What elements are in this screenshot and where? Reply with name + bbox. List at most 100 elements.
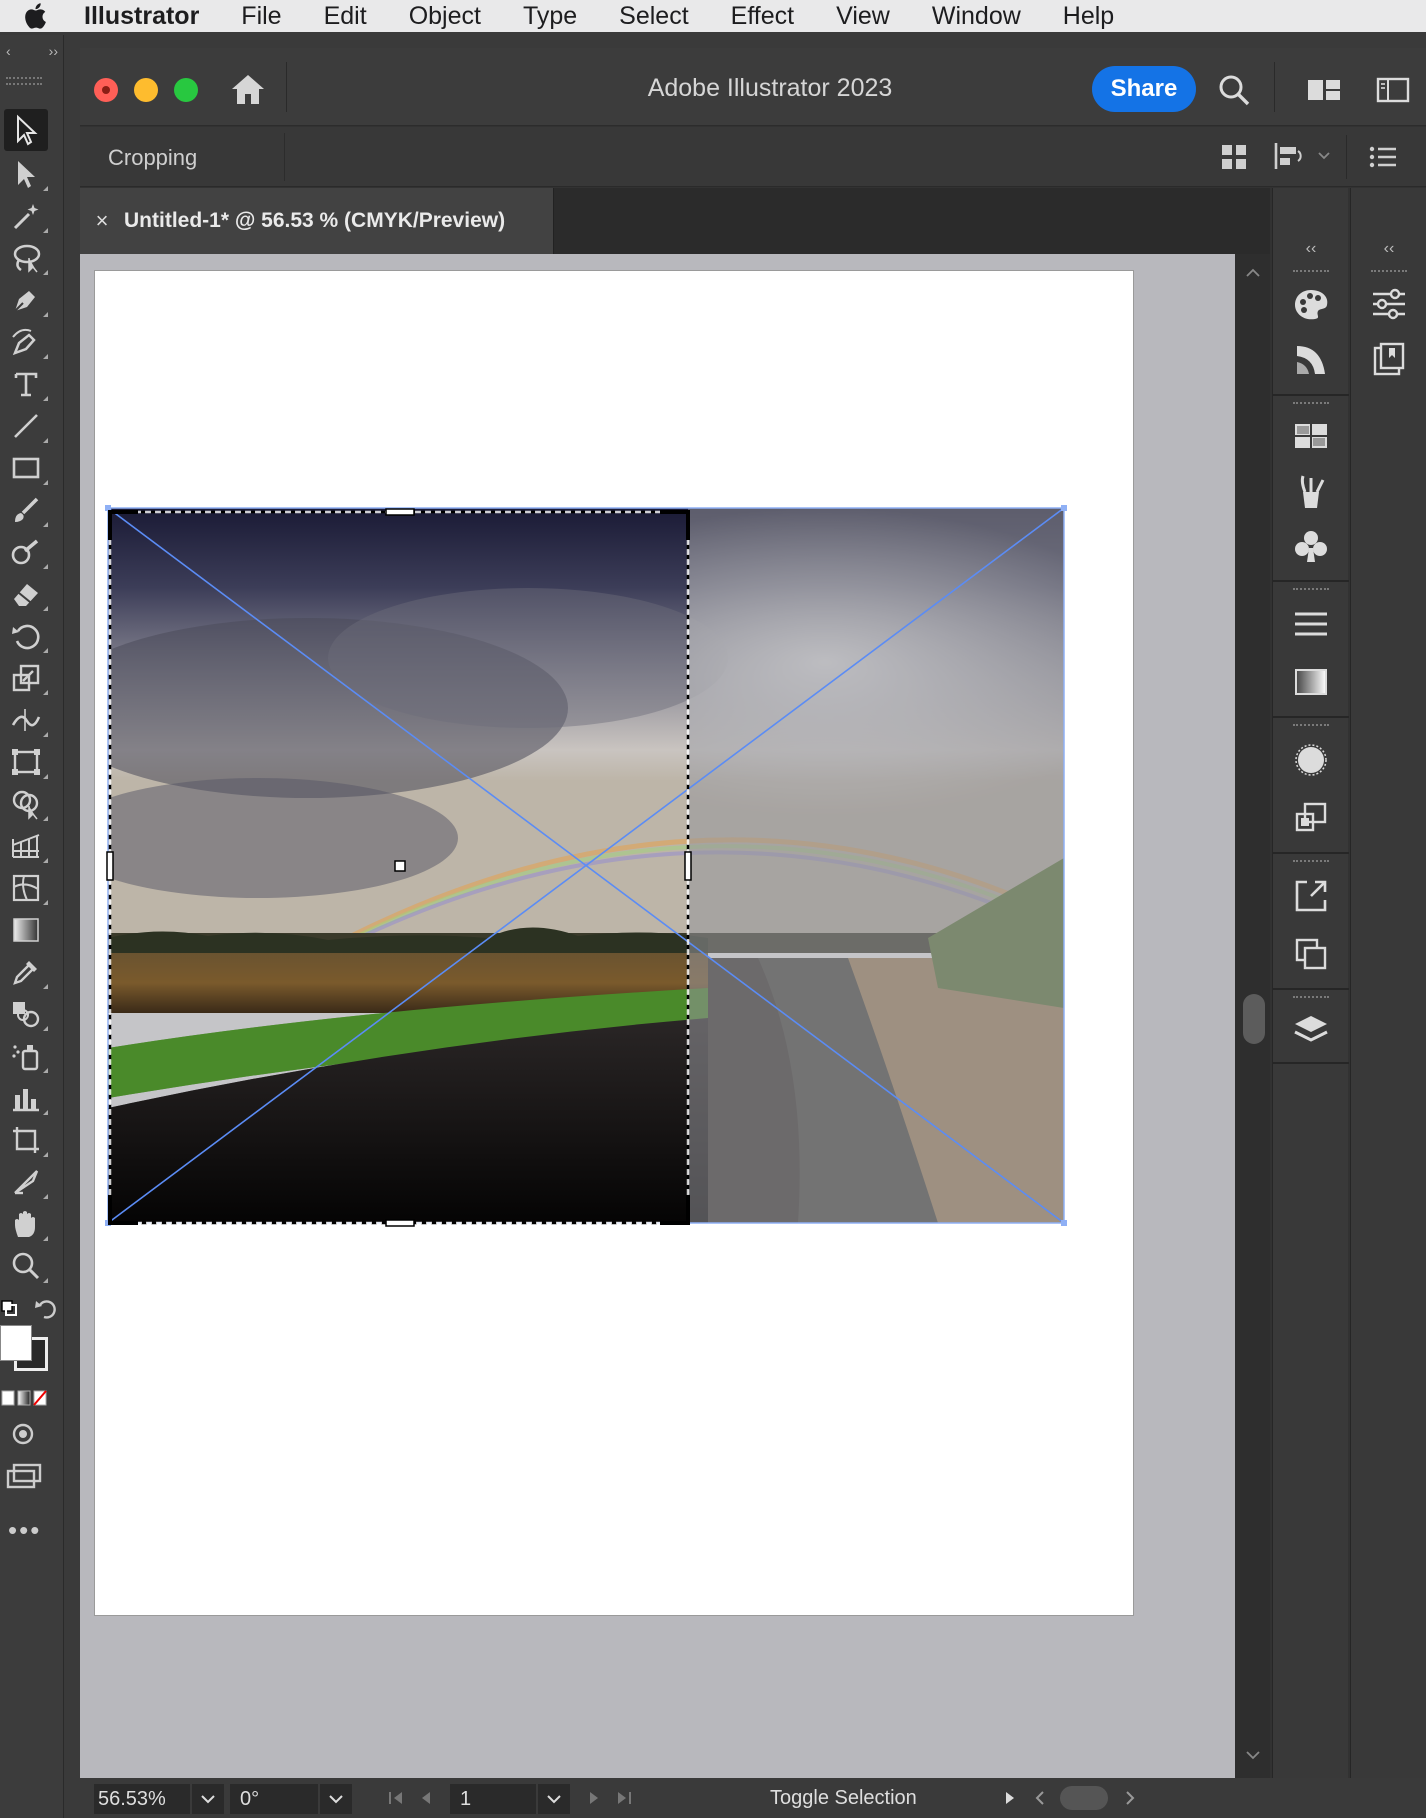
color-guide-icon[interactable] bbox=[1291, 340, 1331, 380]
pen-tool-icon[interactable] bbox=[4, 279, 48, 321]
align-icon[interactable] bbox=[1272, 141, 1308, 171]
dock-grip[interactable] bbox=[1293, 996, 1329, 1002]
align-grid-icon[interactable] bbox=[1220, 143, 1248, 171]
close-tab-icon[interactable]: × bbox=[80, 208, 124, 234]
status-text[interactable]: Toggle Selection bbox=[770, 1787, 917, 1810]
transparency-icon[interactable] bbox=[1291, 740, 1331, 780]
color-icon[interactable] bbox=[1291, 284, 1331, 324]
direct-selection-tool-icon[interactable] bbox=[4, 153, 48, 195]
dock-grip[interactable] bbox=[1293, 402, 1329, 408]
menu-type[interactable]: Type bbox=[523, 2, 577, 31]
fill-swatch[interactable] bbox=[0, 1325, 32, 1361]
previous-artboard-icon[interactable] bbox=[416, 1788, 436, 1808]
free-transform-tool-icon[interactable] bbox=[4, 741, 48, 783]
menu-object[interactable]: Object bbox=[409, 2, 481, 31]
eraser-tool-icon[interactable] bbox=[4, 573, 48, 615]
edit-toolbar-icon[interactable]: ••• bbox=[8, 1515, 41, 1546]
dock-grip[interactable] bbox=[1293, 860, 1329, 866]
hand-tool-icon[interactable] bbox=[4, 1203, 48, 1245]
artboard-dropdown-icon[interactable] bbox=[538, 1784, 570, 1814]
default-fill-stroke-icon[interactable] bbox=[0, 1295, 60, 1325]
menu-view[interactable]: View bbox=[836, 2, 890, 31]
document-tab[interactable]: × Untitled-1* @ 56.53 % (CMYK/Preview) bbox=[80, 188, 554, 254]
perspective-grid-tool-icon[interactable] bbox=[4, 825, 48, 867]
artboard-number-field[interactable]: 1 bbox=[450, 1784, 536, 1814]
first-artboard-icon[interactable] bbox=[386, 1788, 406, 1808]
toolbar-collapse-control[interactable]: ‹ ›› bbox=[0, 43, 64, 59]
color-mode-icons[interactable] bbox=[0, 1389, 60, 1407]
slice-tool-icon[interactable] bbox=[4, 1161, 48, 1203]
blend-tool-icon[interactable] bbox=[4, 993, 48, 1035]
next-artboard-icon[interactable] bbox=[584, 1788, 604, 1808]
zoom-tool-icon[interactable] bbox=[4, 1245, 48, 1287]
zoom-level-field[interactable]: 56.53% bbox=[94, 1784, 190, 1814]
menu-file[interactable]: File bbox=[241, 2, 281, 31]
column-graph-tool-icon[interactable] bbox=[4, 1077, 48, 1119]
shaper-tool-icon[interactable] bbox=[4, 531, 48, 573]
symbol-sprayer-tool-icon[interactable] bbox=[4, 1035, 48, 1077]
zoom-dropdown-icon[interactable] bbox=[192, 1784, 224, 1814]
width-tool-icon[interactable] bbox=[4, 699, 48, 741]
search-icon[interactable] bbox=[1216, 72, 1252, 108]
appearance-icon[interactable] bbox=[1291, 798, 1331, 838]
swatches-icon[interactable] bbox=[1291, 416, 1331, 456]
scroll-up-icon[interactable] bbox=[1243, 266, 1263, 280]
artboard-tool-icon[interactable] bbox=[4, 1119, 48, 1161]
layers-icon[interactable] bbox=[1291, 1010, 1331, 1050]
brushes-icon[interactable] bbox=[1291, 472, 1331, 512]
dock-collapse-control[interactable]: ‹‹ bbox=[1273, 240, 1349, 258]
libraries-icon[interactable] bbox=[1369, 340, 1409, 380]
rotation-dropdown-icon[interactable] bbox=[320, 1784, 352, 1814]
selection-tool-icon[interactable] bbox=[4, 109, 48, 151]
screen-mode-icon[interactable] bbox=[4, 1461, 44, 1491]
dock-grip[interactable] bbox=[1293, 724, 1329, 730]
artboards-icon[interactable] bbox=[1291, 934, 1331, 974]
magic-wand-tool-icon[interactable] bbox=[4, 195, 48, 237]
apple-icon[interactable] bbox=[22, 1, 52, 31]
curvature-tool-icon[interactable] bbox=[4, 321, 48, 363]
canvas[interactable] bbox=[80, 254, 1235, 1778]
menu-select[interactable]: Select bbox=[619, 2, 688, 31]
arrange-documents-icon[interactable] bbox=[1306, 76, 1342, 104]
scrollbar-thumb[interactable] bbox=[1243, 994, 1265, 1044]
eyedropper-tool-icon[interactable] bbox=[4, 951, 48, 993]
scroll-right-icon[interactable] bbox=[1120, 1788, 1140, 1808]
crop-area[interactable] bbox=[108, 508, 688, 1223]
toolbar-grip[interactable] bbox=[6, 77, 42, 85]
draw-mode-icon[interactable] bbox=[6, 1419, 40, 1449]
last-artboard-icon[interactable] bbox=[614, 1788, 634, 1808]
dock-collapse-control[interactable]: ‹‹ bbox=[1351, 240, 1426, 258]
scale-tool-icon[interactable] bbox=[4, 657, 48, 699]
dock-grip[interactable] bbox=[1293, 588, 1329, 594]
menu-window[interactable]: Window bbox=[932, 2, 1021, 31]
menu-app-name[interactable]: Illustrator bbox=[84, 2, 199, 31]
workspace-switcher-icon[interactable] bbox=[1376, 76, 1410, 104]
stroke-icon[interactable] bbox=[1291, 604, 1331, 644]
gradient-tool-icon[interactable] bbox=[4, 909, 48, 951]
export-icon[interactable] bbox=[1291, 876, 1331, 916]
properties-icon[interactable] bbox=[1369, 284, 1409, 324]
menu-edit[interactable]: Edit bbox=[324, 2, 367, 31]
rectangle-tool-icon[interactable] bbox=[4, 447, 48, 489]
rotate-tool-icon[interactable] bbox=[4, 615, 48, 657]
horizontal-scroll-thumb[interactable] bbox=[1060, 1786, 1108, 1810]
scroll-down-icon[interactable] bbox=[1243, 1748, 1263, 1762]
lasso-tool-icon[interactable] bbox=[4, 237, 48, 279]
line-segment-tool-icon[interactable] bbox=[4, 405, 48, 447]
status-menu-icon[interactable] bbox=[1000, 1788, 1020, 1808]
mesh-tool-icon[interactable] bbox=[4, 867, 48, 909]
menu-help[interactable]: Help bbox=[1063, 2, 1114, 31]
dock-grip[interactable] bbox=[1371, 270, 1407, 276]
scroll-left-icon[interactable] bbox=[1030, 1788, 1050, 1808]
share-button[interactable]: Share bbox=[1092, 66, 1196, 112]
dock-grip[interactable] bbox=[1293, 270, 1329, 276]
shape-builder-tool-icon[interactable] bbox=[4, 783, 48, 825]
paintbrush-tool-icon[interactable] bbox=[4, 489, 48, 531]
type-tool-icon[interactable] bbox=[4, 363, 48, 405]
menu-effect[interactable]: Effect bbox=[731, 2, 794, 31]
symbols-icon[interactable] bbox=[1291, 526, 1331, 566]
canvas-vertical-scrollbar[interactable] bbox=[1235, 254, 1270, 1778]
rotation-field[interactable]: 0° bbox=[230, 1784, 318, 1814]
control-menu-icon[interactable] bbox=[1368, 143, 1398, 171]
chevron-down-icon[interactable] bbox=[1316, 147, 1332, 163]
